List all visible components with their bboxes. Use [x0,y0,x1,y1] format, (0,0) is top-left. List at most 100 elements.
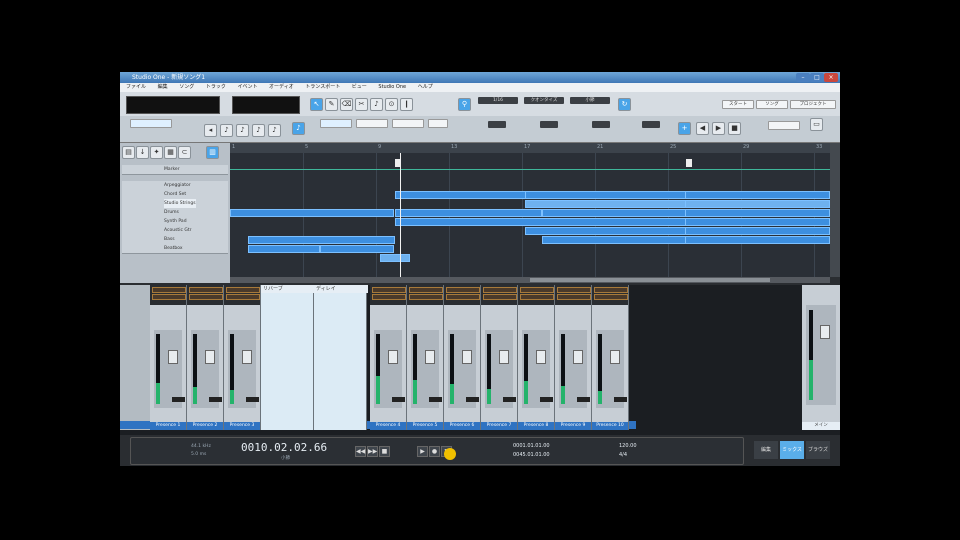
event-clip[interactable] [685,209,830,217]
zoom-icon[interactable]: ⚲ [458,98,471,111]
channel-name[interactable]: Presence 8 [518,422,554,430]
note-icon-4[interactable]: ♪ [268,124,281,137]
channel-name[interactable]: Presence 1 [150,422,186,430]
fader-cap[interactable] [499,350,509,364]
event-clip[interactable] [685,236,830,244]
volume-fader[interactable] [374,330,405,408]
fader-cap[interactable] [388,350,398,364]
play-button[interactable]: ▶ [417,446,428,457]
loop-end[interactable]: 0045.01.01.00 [513,452,550,458]
volume-fader[interactable] [191,330,222,408]
forward-button[interactable]: ▶▶ [367,446,378,457]
loop-start[interactable]: 0001.01.01.00 [513,443,550,449]
event-clip[interactable] [380,254,410,262]
event-clip[interactable] [320,245,394,253]
arrange-icon[interactable]: ⊂ [178,146,191,159]
event-clip[interactable] [542,209,687,217]
bus-title[interactable]: ディレイ [314,285,368,293]
option-button-3[interactable] [392,119,424,128]
event-clip[interactable] [395,209,542,217]
event-clip[interactable] [230,209,394,217]
scrollbar-thumb[interactable] [530,278,770,282]
volume-fader[interactable] [448,330,479,408]
tab-mix[interactable]: ミックス [780,441,804,459]
close-button[interactable]: × [824,73,838,82]
menu-help[interactable]: ヘルプ [418,84,433,90]
tab-browse[interactable]: ブラウズ [806,441,830,459]
menu-song[interactable]: ソング [179,84,194,90]
value-field-4[interactable] [642,121,660,128]
channel-name[interactable]: Presence 9 [555,422,591,430]
menu-transport[interactable]: トランスポート [305,84,340,90]
plus-icon[interactable]: + [678,122,691,135]
volume-fader[interactable] [559,330,590,408]
value-field-3[interactable] [592,121,610,128]
main-bus-name[interactable]: メイン [802,422,840,430]
add-track-icon[interactable]: ↓ [136,146,149,159]
channel-name[interactable]: Presence 4 [370,422,406,430]
eraser-tool-button[interactable]: ⌫ [340,98,353,111]
event-clip[interactable] [525,200,687,208]
vertical-scrollbar[interactable] [830,143,840,277]
fader-cap[interactable] [242,350,252,364]
tempo[interactable]: 120.00 [619,443,637,449]
stop-icon[interactable]: ■ [728,122,741,135]
folder-icon[interactable]: ▦ [164,146,177,159]
value-field-2[interactable] [540,121,558,128]
channel-name[interactable]: Presence 10 [592,422,628,430]
menu-file[interactable]: ファイル [126,84,146,90]
volume-fader[interactable] [411,330,442,408]
option-button-2[interactable] [356,119,388,128]
track-row[interactable]: Marker [122,165,228,175]
note-icon[interactable]: ♪ [220,124,233,137]
bend-tool-button[interactable]: ❙ [400,98,413,111]
event-clip[interactable] [248,236,395,244]
forward-icon[interactable]: ▶ [712,122,725,135]
menu-track[interactable]: トラック [206,84,226,90]
start-button[interactable]: スタート [722,100,754,109]
main-fader[interactable] [806,305,836,405]
channel-name[interactable]: Presence 6 [444,422,480,430]
playhead-cursor[interactable] [400,153,401,277]
event-clip[interactable] [248,245,320,253]
volume-fader[interactable] [596,330,627,408]
minimize-button[interactable]: – [796,73,810,82]
note-icon-3[interactable]: ♪ [252,124,265,137]
event-clip[interactable] [685,200,830,208]
tab-edit[interactable]: 編集 [754,441,778,459]
time-signature[interactable]: 4/4 [619,452,627,458]
automation-icon[interactable]: ✦ [150,146,163,159]
fader-cap[interactable] [610,350,620,364]
note-icon-2[interactable]: ♪ [236,124,249,137]
song-button[interactable]: ソング [756,100,788,109]
menu-event[interactable]: イベント [237,84,257,90]
marker-flag-icon[interactable] [686,159,692,167]
fader-cap[interactable] [573,350,583,364]
volume-fader[interactable] [154,330,185,408]
fader-cap[interactable] [168,350,178,364]
option-button-4[interactable] [428,119,448,128]
value-field-1[interactable] [488,121,506,128]
fader-cap[interactable] [462,350,472,364]
rewind-button[interactable]: ◀◀ [355,446,366,457]
quantize-selector[interactable]: 1/16 [478,97,518,104]
edit-mode-icon[interactable]: ▭ [810,118,823,131]
channel-name[interactable]: Presence 5 [407,422,443,430]
channel-name[interactable]: Presence 7 [481,422,517,430]
event-clip[interactable] [685,218,830,226]
stop-button[interactable]: ■ [379,446,390,457]
record-button[interactable]: ● [429,446,440,457]
snap-selector[interactable]: クオンタイズ [524,97,564,104]
volume-fader[interactable] [485,330,516,408]
pencil-tool-button[interactable]: ✎ [325,98,338,111]
project-button[interactable]: プロジェクト [790,100,836,109]
split-tool-button[interactable]: ✂ [355,98,368,111]
menu-edit[interactable]: 編集 [158,84,168,90]
time-display[interactable]: 0010.02.02.66 [241,441,327,454]
note-tool-button[interactable]: ♪ [370,98,383,111]
event-clip[interactable] [685,191,830,199]
fader-cap[interactable] [536,350,546,364]
event-clip[interactable] [542,236,687,244]
track-row[interactable]: Beatbox [122,244,228,254]
event-clip[interactable] [685,227,830,235]
